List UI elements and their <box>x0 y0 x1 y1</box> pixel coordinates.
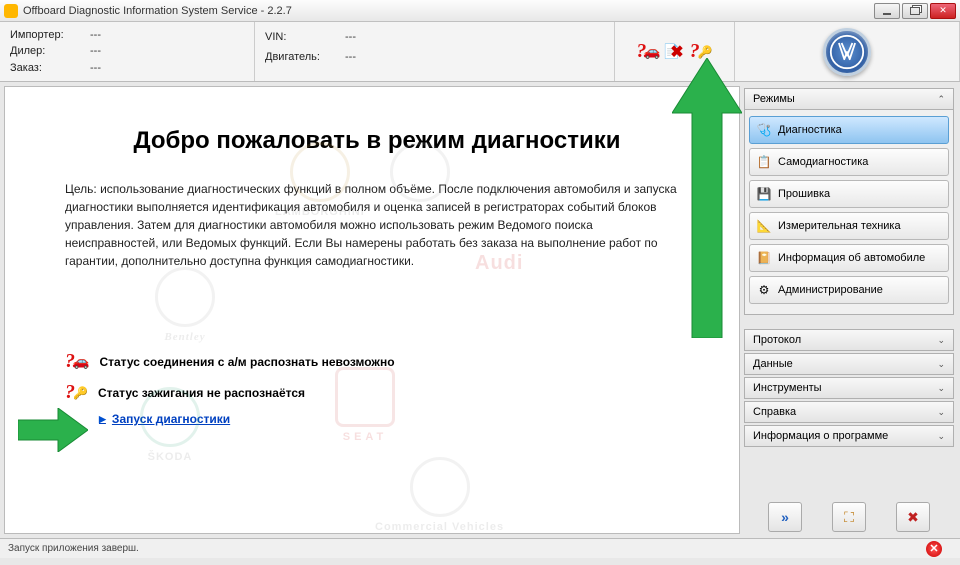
status-ignition-text: Статус зажигания не распознаётся <box>98 386 305 400</box>
header-col-logo <box>735 22 960 81</box>
mode-label: Прошивка <box>778 188 830 200</box>
chevron-down-icon: ⌄ <box>937 335 945 346</box>
connection-status-icon: ?🚗 <box>636 40 660 63</box>
dealer-value: --- <box>90 45 101 57</box>
header-col-dealer: Импортер:--- Дилер:--- Заказ:--- <box>0 22 255 81</box>
flash-icon: 💾 <box>756 186 772 202</box>
ignition-status-icon: ?🔑 <box>690 40 713 63</box>
modes-body: 🩺 Диагностика 📋 Самодиагностика 💾 Прошивка 📐 Из… <box>744 110 954 315</box>
right-sidebar: Режимы ⌃ 🩺 Диагностика 📋 Самодиагностика 💾 Пр… <box>740 82 960 538</box>
section-label: Данные <box>753 358 793 370</box>
chevron-up-icon: ⌃ <box>937 94 945 105</box>
vehinfo-icon: 📔 <box>756 250 772 266</box>
accordion-инструменты[interactable]: Инструменты ⌄ <box>744 377 954 399</box>
chevron-down-icon: ⌄ <box>937 431 945 442</box>
window-controls: ✕ <box>874 3 956 19</box>
mode-label: Информация об автомобиле <box>778 252 925 264</box>
mode-button-selfdiag[interactable]: 📋 Самодиагностика <box>749 148 949 176</box>
modes-title: Режимы <box>753 93 795 105</box>
selfdiag-icon: 📋 <box>756 154 772 170</box>
page-title: Добро пожаловать в режим диагностики <box>65 127 689 155</box>
restore-button[interactable] <box>902 3 928 19</box>
order-value: --- <box>90 62 101 74</box>
minimize-button[interactable] <box>874 3 900 19</box>
mode-label: Измерительная техника <box>778 220 901 232</box>
admin-icon: ⚙ <box>756 282 772 298</box>
header-col-vehicle: VIN:--- Двигатель:--- <box>255 22 615 81</box>
mode-button-admin[interactable]: ⚙ Администрирование <box>749 276 949 304</box>
measure-icon: 📐 <box>756 218 772 234</box>
mode-label: Администрирование <box>778 284 883 296</box>
mode-label: Самодиагностика <box>778 156 868 168</box>
status-list: ?🚗 Статус соединения с а/м распознать не… <box>65 350 689 426</box>
importer-label: Импортер: <box>10 29 90 41</box>
status-connection-text: Статус соединения с а/м распознать невоз… <box>99 355 394 369</box>
accordion-протокол[interactable]: Протокол ⌄ <box>744 329 954 351</box>
accordion-справка[interactable]: Справка ⌄ <box>744 401 954 423</box>
dealer-label: Дилер: <box>10 45 90 57</box>
chevron-down-icon: ⌄ <box>937 407 945 418</box>
chevron-down-icon: ⌄ <box>937 383 945 394</box>
main-content-panel: LAMBORGHINI Bentley Audi ŠKODA SEAT Comm… <box>4 86 740 534</box>
question-key-icon: ?🔑 <box>65 381 88 404</box>
mode-button-vehinfo[interactable]: 📔 Информация об автомобиле <box>749 244 949 272</box>
info-header: Импортер:--- Дилер:--- Заказ:--- VIN:---… <box>0 22 960 82</box>
diag-icon: 🩺 <box>756 122 772 138</box>
question-car-icon: ?🚗 <box>65 350 89 373</box>
accordion-информация-о-программе[interactable]: Информация о программе ⌄ <box>744 425 954 447</box>
engine-value: --- <box>345 51 356 63</box>
vin-label: VIN: <box>265 31 345 43</box>
bottom-toolbar: » ⛶ ✖ <box>744 496 954 534</box>
engine-label: Двигатель: <box>265 51 345 63</box>
page-body-text: Цель: использование диагностических функ… <box>65 180 689 270</box>
section-label: Протокол <box>753 334 801 346</box>
cancel-button[interactable]: ✖ <box>896 502 930 532</box>
window-titlebar: Offboard Diagnostic Information System S… <box>0 0 960 22</box>
vw-logo-icon <box>823 28 871 76</box>
section-label: Инструменты <box>753 382 822 394</box>
mode-label: Диагностика <box>778 124 842 136</box>
close-button[interactable]: ✕ <box>930 3 956 19</box>
status-row-ignition: ?🔑 Статус зажигания не распознаётся <box>65 381 689 404</box>
header-col-status-icons: ?🚗 📄✖ ?🔑 <box>615 22 735 81</box>
accordion-modes[interactable]: Режимы ⌃ <box>744 88 954 110</box>
statusbar-text: Запуск приложения заверш. <box>8 543 139 554</box>
order-label: Заказ: <box>10 62 90 74</box>
app-icon <box>4 4 18 18</box>
section-label: Справка <box>753 406 796 418</box>
accordion-данные[interactable]: Данные ⌄ <box>744 353 954 375</box>
forward-button[interactable]: » <box>768 502 802 532</box>
section-label: Информация о программе <box>753 430 888 442</box>
mode-button-flash[interactable]: 💾 Прошивка <box>749 180 949 208</box>
start-diagnostics-link[interactable]: Запуск диагностики <box>99 412 230 426</box>
no-data-icon: 📄✖ <box>667 42 684 62</box>
importer-value: --- <box>90 29 101 41</box>
statusbar-error-icon: ✕ <box>926 541 942 557</box>
vin-value: --- <box>345 31 356 43</box>
fit-screen-button[interactable]: ⛶ <box>832 502 866 532</box>
chevron-down-icon: ⌄ <box>937 359 945 370</box>
mode-button-diag[interactable]: 🩺 Диагностика <box>749 116 949 144</box>
mode-button-measure[interactable]: 📐 Измерительная техника <box>749 212 949 240</box>
status-row-connection: ?🚗 Статус соединения с а/м распознать не… <box>65 350 689 373</box>
status-bar: Запуск приложения заверш. ✕ <box>0 538 960 558</box>
window-title: Offboard Diagnostic Information System S… <box>23 5 874 17</box>
